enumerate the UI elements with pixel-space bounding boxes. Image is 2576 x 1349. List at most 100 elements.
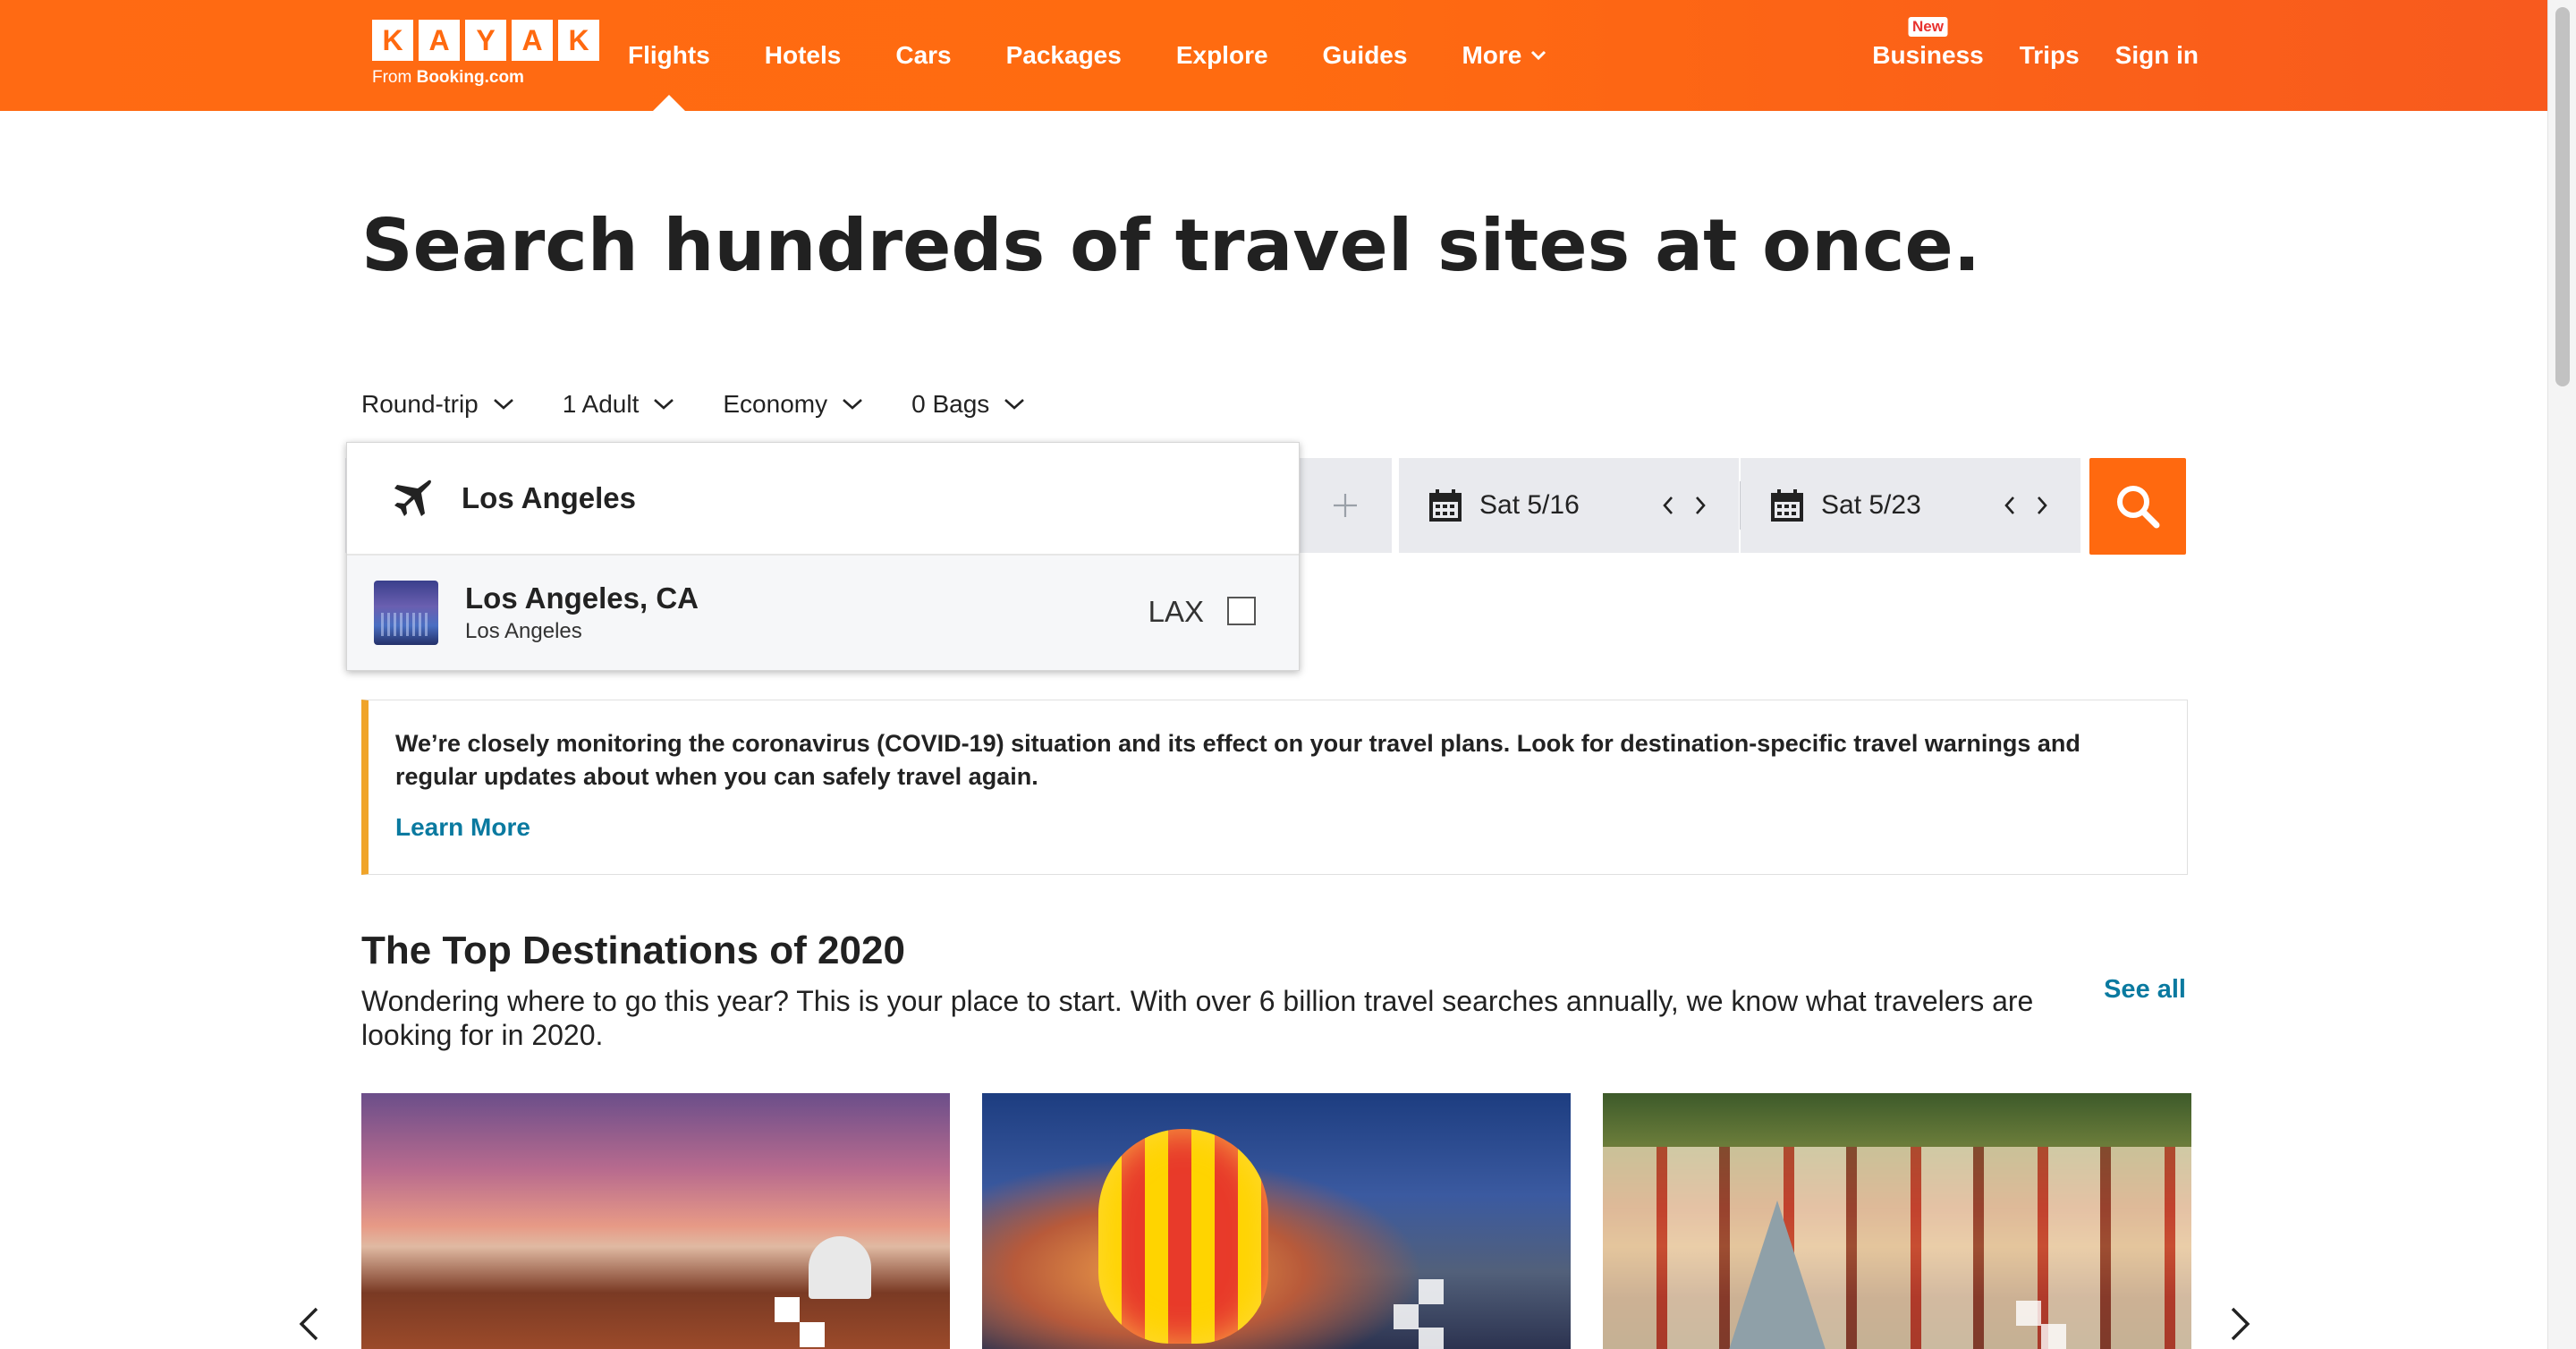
logo-brand-text: Booking.com — [416, 68, 524, 87]
nav-more-label: More — [1462, 41, 1522, 69]
image-loading-placeholder — [1394, 1304, 1419, 1329]
nav-packages[interactable]: Packages — [1006, 0, 1122, 111]
autocomplete-subtitle: Los Angeles — [465, 619, 582, 643]
travelers-select[interactable]: 1 Adult — [563, 390, 675, 419]
calendar-icon — [1429, 489, 1462, 522]
nav-guides-label: Guides — [1322, 41, 1408, 69]
covid-notice: We’re closely monitoring the coronavirus… — [361, 700, 2188, 875]
autocomplete-city: Los Angeles, CA — [465, 581, 699, 615]
autocomplete-option-text: Los Angeles, CA Los Angeles — [465, 581, 699, 644]
image-loading-placeholder — [1419, 1279, 1444, 1304]
page-title: Search hundreds of travel sites at once. — [361, 204, 1981, 287]
chevron-down-icon — [1531, 50, 1546, 61]
nav-flights[interactable]: Flights — [628, 0, 710, 111]
top-nav-bar: K A Y A K From Booking.com Flights Hotel… — [0, 0, 2547, 111]
cabin-class-select[interactable]: Economy — [723, 390, 863, 419]
depart-date-field[interactable]: Sat 5/16 — [1399, 458, 1739, 553]
active-tab-caret — [652, 95, 685, 111]
nav-hotels[interactable]: Hotels — [765, 0, 842, 111]
search-options: Round-trip 1 Adult Economy 0 Bags — [361, 390, 1073, 419]
logo-letter: Y — [465, 20, 506, 61]
old-town-houses-image — [1603, 1147, 2191, 1349]
carousel-next-icon[interactable] — [2229, 1306, 2252, 1342]
nav-business[interactable]: New Business — [1872, 0, 1984, 111]
carousel-prev-icon[interactable] — [297, 1306, 320, 1342]
nav-guides[interactable]: Guides — [1323, 0, 1408, 111]
return-date-steppers — [2004, 496, 2048, 515]
section-title: The Top Destinations of 2020 — [361, 929, 905, 972]
hot-air-balloon-image — [1098, 1129, 1268, 1344]
kayak-logo[interactable]: K A Y A K From Booking.com — [372, 20, 599, 88]
return-date-value: Sat 5/23 — [1821, 490, 1921, 520]
nav-cars[interactable]: Cars — [895, 0, 951, 111]
nav-packages-label: Packages — [1005, 41, 1122, 69]
church-spire-image — [1728, 1201, 1826, 1349]
logo-letter: A — [419, 20, 460, 61]
airport-checkbox[interactable] — [1227, 597, 1256, 625]
nav-trips-label: Trips — [2019, 41, 2080, 69]
search-button[interactable] — [2089, 458, 2186, 555]
origin-input-row — [347, 443, 1299, 556]
chevron-down-icon — [654, 399, 674, 410]
observatory-dome-image — [809, 1236, 871, 1299]
page-scrollbar[interactable] — [2547, 0, 2576, 1349]
new-badge: New — [1908, 17, 1948, 37]
nav-explore-label: Explore — [1175, 41, 1268, 69]
add-destination-button[interactable] — [1301, 458, 1390, 553]
image-loading-placeholder — [2041, 1324, 2066, 1349]
airplane-icon — [394, 479, 431, 516]
chevron-down-icon — [493, 399, 513, 410]
airport-code: LAX — [1148, 595, 1204, 628]
depart-date-value: Sat 5/16 — [1479, 490, 1580, 520]
destination-card[interactable] — [361, 1093, 950, 1349]
image-loading-placeholder — [2016, 1301, 2041, 1326]
return-date-field[interactable]: Sat 5/23 — [1741, 458, 2080, 553]
travelers-value: 1 Adult — [562, 390, 640, 418]
logo-letter: A — [512, 20, 553, 61]
image-loading-placeholder — [1419, 1328, 1444, 1349]
logo-tagline: From Booking.com — [372, 68, 599, 88]
nav-explore[interactable]: Explore — [1176, 0, 1268, 111]
logo-letter: K — [372, 20, 413, 61]
image-loading-placeholder — [775, 1297, 800, 1322]
autocomplete-option[interactable]: Los Angeles, CA Los Angeles LAX — [347, 556, 1299, 670]
origin-autocomplete: Los Angeles, CA Los Angeles LAX — [346, 442, 1300, 671]
see-all-link[interactable]: See all — [2104, 975, 2186, 1005]
nav-flights-label: Flights — [628, 41, 710, 69]
nav-business-label: Business — [1872, 41, 1984, 69]
logo-from-text: From — [372, 68, 412, 87]
chevron-down-icon — [1004, 399, 1025, 410]
bags-value: 0 Bags — [911, 390, 990, 418]
destination-card[interactable] — [982, 1093, 1571, 1349]
nav-hotels-label: Hotels — [764, 41, 842, 69]
cabin-class-value: Economy — [723, 390, 828, 418]
chevron-left-icon[interactable] — [2004, 496, 2016, 515]
origin-input[interactable] — [462, 481, 1177, 515]
plus-icon — [1334, 494, 1357, 517]
depart-date-steppers — [1662, 496, 1707, 515]
learn-more-link[interactable]: Learn More — [395, 813, 530, 842]
city-thumbnail — [374, 581, 438, 645]
nav-sign-in-label: Sign in — [2114, 41, 2199, 69]
nav-sign-in[interactable]: Sign in — [2115, 0, 2199, 111]
main-nav: Flights Hotels Cars Packages Explore Gui… — [628, 0, 1601, 111]
logo-letter: K — [558, 20, 599, 61]
trip-type-select[interactable]: Round-trip — [361, 390, 514, 419]
section-description: Wondering where to go this year? This is… — [361, 985, 2034, 1051]
chevron-right-icon[interactable] — [1694, 496, 1707, 515]
bags-select[interactable]: 0 Bags — [911, 390, 1025, 419]
trip-type-value: Round-trip — [361, 390, 479, 418]
image-loading-placeholder — [800, 1322, 825, 1347]
nav-cars-label: Cars — [895, 41, 952, 69]
nav-more[interactable]: More — [1462, 0, 1546, 111]
account-nav: New Business Trips Sign in — [1836, 0, 2199, 111]
search-icon — [2117, 486, 2160, 529]
chevron-right-icon[interactable] — [2036, 496, 2048, 515]
chevron-down-icon — [843, 399, 862, 410]
scrollbar-thumb[interactable] — [2555, 7, 2570, 386]
destination-card[interactable] — [1603, 1093, 2191, 1349]
chevron-left-icon[interactable] — [1662, 496, 1674, 515]
nav-trips[interactable]: Trips — [2020, 0, 2080, 111]
calendar-icon — [1771, 489, 1803, 522]
notice-text: We’re closely monitoring the coronavirus… — [395, 730, 2080, 790]
